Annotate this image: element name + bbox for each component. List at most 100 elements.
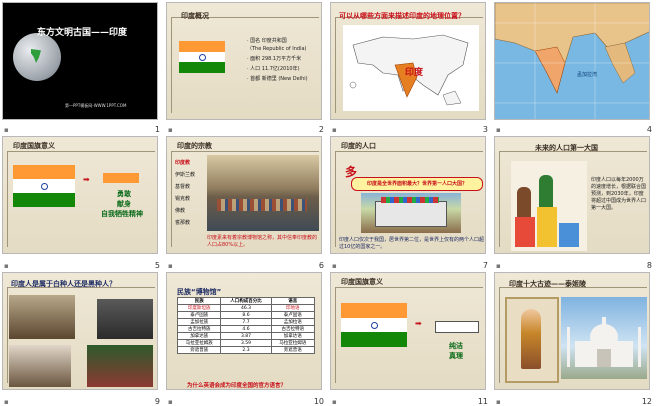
podium-cartoon-image <box>511 161 587 251</box>
slide-title: 印度的人口 <box>341 142 376 150</box>
slide-thumbnail-5[interactable]: 印度国旗意义 ➡ 勇敢 献身 自我牺牲精神 ▪ 5 <box>0 134 164 270</box>
table-row: 加拿达族 3.87 加拿达语 <box>176 332 315 340</box>
arrow-right-icon: ➡ <box>83 175 90 184</box>
table-cell: 加拿达语 <box>270 332 315 340</box>
slide-title: 印度国旗意义 <box>13 142 55 150</box>
table-header-cell: 语言 <box>270 297 315 305</box>
table-cell: 马拉亚拉姆族 <box>176 339 222 347</box>
fact-line: （The Republic of India) <box>247 46 307 52</box>
saffron-swatch <box>103 173 139 183</box>
slide-number: 10 <box>313 397 324 406</box>
religion-item: 伊斯兰教 <box>175 172 196 178</box>
mughal-portrait-image <box>505 297 559 383</box>
decor-rule <box>499 287 500 383</box>
slide-number: 5 <box>154 261 160 270</box>
decor-rule <box>7 287 8 383</box>
slide-status-icon: ▪ <box>496 126 501 134</box>
table-row: 印度斯坦族 46.3 印地语 <box>176 304 315 312</box>
table-cell: 印度斯坦族 <box>176 304 222 312</box>
flag-meaning: 真理 <box>449 352 463 360</box>
india-flag-image <box>341 303 407 347</box>
slide-thumbnail-3[interactable]: 可以从哪些方面来描述印度的地理位置？ 印度 ▪ 3 <box>328 0 492 134</box>
table-cell: 古吉拉特族 <box>176 325 222 333</box>
india-map-icon <box>31 49 41 63</box>
portrait-photo <box>9 345 71 387</box>
slide-thumbnail-6[interactable]: 印度的宗教 印度教 伊斯兰教 基督教 锡克教 佛教 耆那教 印度素来有着宗教博物… <box>164 134 328 270</box>
slide-number: 7 <box>482 261 488 270</box>
slide-thumbnail-10[interactable]: 民族“博物馆” 民族 人口构成百分比 语言 印度斯坦族 46.3 印地语 泰卢固族 8.… <box>164 270 328 406</box>
slide-thumbnail-8[interactable]: 未来的人口第一大国 印度人口以每年2000万的速度增长，根据联合国预测，到203… <box>492 134 656 270</box>
religion-item: 佛教 <box>175 208 186 214</box>
slide-title: 民族“博物馆” <box>177 288 222 296</box>
slide-number: 4 <box>646 125 652 134</box>
slide-thumbnail-7[interactable]: 印度的人口 多 印度是全世界面积最大？世界第一人口大国？ 印度人口仅次于我国，居… <box>328 134 492 270</box>
table-header-cell: 人口构成百分比 <box>220 297 272 305</box>
slide-status-icon: ▪ <box>496 398 501 406</box>
decor-rule <box>335 287 336 383</box>
portrait-photo <box>97 299 153 339</box>
crowded-bus-photo <box>361 193 461 233</box>
table-cell: 旁遮普族 <box>176 346 222 354</box>
slide-status-icon: ▪ <box>332 126 337 134</box>
decor-rule <box>335 17 336 113</box>
slide-thumbnail-9[interactable]: 印度人是属于白种人还是黑种人？ ▪ 9 <box>0 270 164 406</box>
decor-rule <box>335 287 483 288</box>
slide-question: 为什么英语会成为印度全国的官方语言？ <box>187 383 287 389</box>
decor-rule <box>171 151 172 247</box>
slide-number: 3 <box>482 125 488 134</box>
table-cell: 2.3 <box>220 346 272 354</box>
taj-mahal-photo <box>561 297 647 379</box>
religion-item: 耆那教 <box>175 220 191 226</box>
table-cell: 泰卢固族 <box>176 311 222 319</box>
slide-number: 6 <box>318 261 324 270</box>
table-cell: 马拉亚拉姆语 <box>270 339 315 347</box>
slide-number: 11 <box>477 397 488 406</box>
slide-thumbnail-11[interactable]: 印度国旗意义 ➡ 纯洁 真理 ▪ 11 <box>328 270 492 406</box>
table-cell: 3.59 <box>220 339 272 347</box>
slide-title: 未来的人口第一大国 <box>535 144 598 152</box>
slide-sorter-grid: 东方文明古国——印度 第一PPT模板网-WWW.1PPT.COM ▪ 1 印度概… <box>0 0 660 406</box>
slide-thumbnail-4[interactable]: 孟加拉湾 ▪ 4 <box>492 0 656 134</box>
white-swatch <box>435 321 479 333</box>
fact-line: · 首都 新德里 (New Delhi) <box>247 76 308 82</box>
table-cell: 4.6 <box>220 325 272 333</box>
slide-question: 可以从哪些方面来描述印度的地理位置？ <box>339 12 465 20</box>
table-cell: 加拿达族 <box>176 332 222 340</box>
slide-number: 2 <box>318 125 324 134</box>
decor-rule <box>7 151 8 247</box>
population-caption: 印度人口仅次于我国，居世界第二位，是世界上仅有的两个人口超过10亿的国家之一。 <box>339 237 485 250</box>
table-row: 古吉拉特族 4.6 古吉拉特语 <box>176 325 315 333</box>
table-cell: 旁遮普语 <box>270 346 315 354</box>
flag-meaning: 自我牺牲精神 <box>101 210 143 218</box>
table-cell: 46.3 <box>220 304 272 312</box>
table-header-cell: 民族 <box>176 297 222 305</box>
fact-line: · 人口 11.7亿(2010年) <box>247 66 300 72</box>
flag-meaning: 献身 <box>117 200 131 208</box>
slide-title: 东方文明古国——印度 <box>37 28 128 38</box>
table-cell: 古吉拉特语 <box>270 325 315 333</box>
religion-note: 印度素来有着宗教博物馆之称，其中信奉印度教的人口占80%以上。 <box>207 235 318 248</box>
india-flag-image <box>13 165 75 207</box>
slide-thumbnail-12[interactable]: 印度十大古迹——泰姬陵 ▪ 12 <box>492 270 656 406</box>
map-label: 孟加拉湾 <box>577 72 598 78</box>
regional-map-image <box>495 3 649 119</box>
flag-meaning: 纯洁 <box>449 342 463 350</box>
slide-title: 印度概况 <box>181 12 209 20</box>
map-label: 印度 <box>405 68 424 78</box>
slide-thumbnail-1[interactable]: 东方文明古国——印度 第一PPT模板网-WWW.1PPT.COM ▪ 1 <box>0 0 164 134</box>
decor-rule <box>335 151 483 152</box>
slide-title: 印度国旗意义 <box>341 278 383 286</box>
table-cell: 孟加拉族 <box>176 318 222 326</box>
fact-line: · 国名 印度共和国 <box>247 38 287 44</box>
table-row: 旁遮普族 2.3 旁遮普语 <box>176 346 315 354</box>
ganges-bathing-photo <box>207 155 319 231</box>
slide-status-icon: ▪ <box>168 262 173 270</box>
religion-item: 基督教 <box>175 184 191 190</box>
slide-title: 印度十大古迹——泰姬陵 <box>509 280 586 288</box>
slide-thumbnail-2[interactable]: 印度概况 · 国名 印度共和国 （The Republic of India) … <box>164 0 328 134</box>
slide-status-icon: ▪ <box>4 126 9 134</box>
religion-item: 锡克教 <box>175 196 191 202</box>
table-cell: 泰卢固语 <box>270 311 315 319</box>
table-cell: 7.7 <box>220 318 272 326</box>
slide-number: 12 <box>641 397 652 406</box>
